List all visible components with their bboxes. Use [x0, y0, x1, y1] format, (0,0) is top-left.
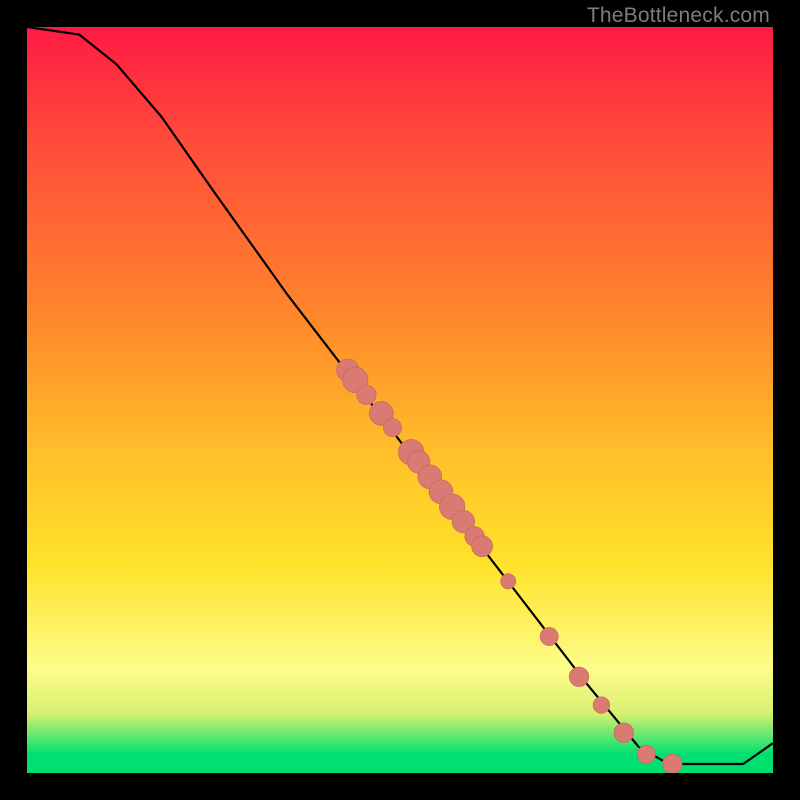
scatter-point	[637, 745, 655, 763]
scatter-point	[540, 628, 558, 646]
scatter-point	[614, 723, 633, 742]
scatter-point	[357, 385, 376, 404]
scatter-point	[569, 667, 588, 686]
scatter-point	[501, 574, 516, 589]
chart-plot-area	[27, 27, 773, 773]
bottleneck-curve	[27, 27, 773, 764]
chart-overlay-svg	[27, 27, 773, 773]
watermark-text: TheBottleneck.com	[587, 4, 770, 28]
scatter-point	[593, 697, 609, 713]
scatter-point	[472, 536, 493, 557]
scatter-points-group	[337, 359, 682, 773]
scatter-point	[663, 754, 682, 773]
scatter-point	[384, 419, 402, 437]
